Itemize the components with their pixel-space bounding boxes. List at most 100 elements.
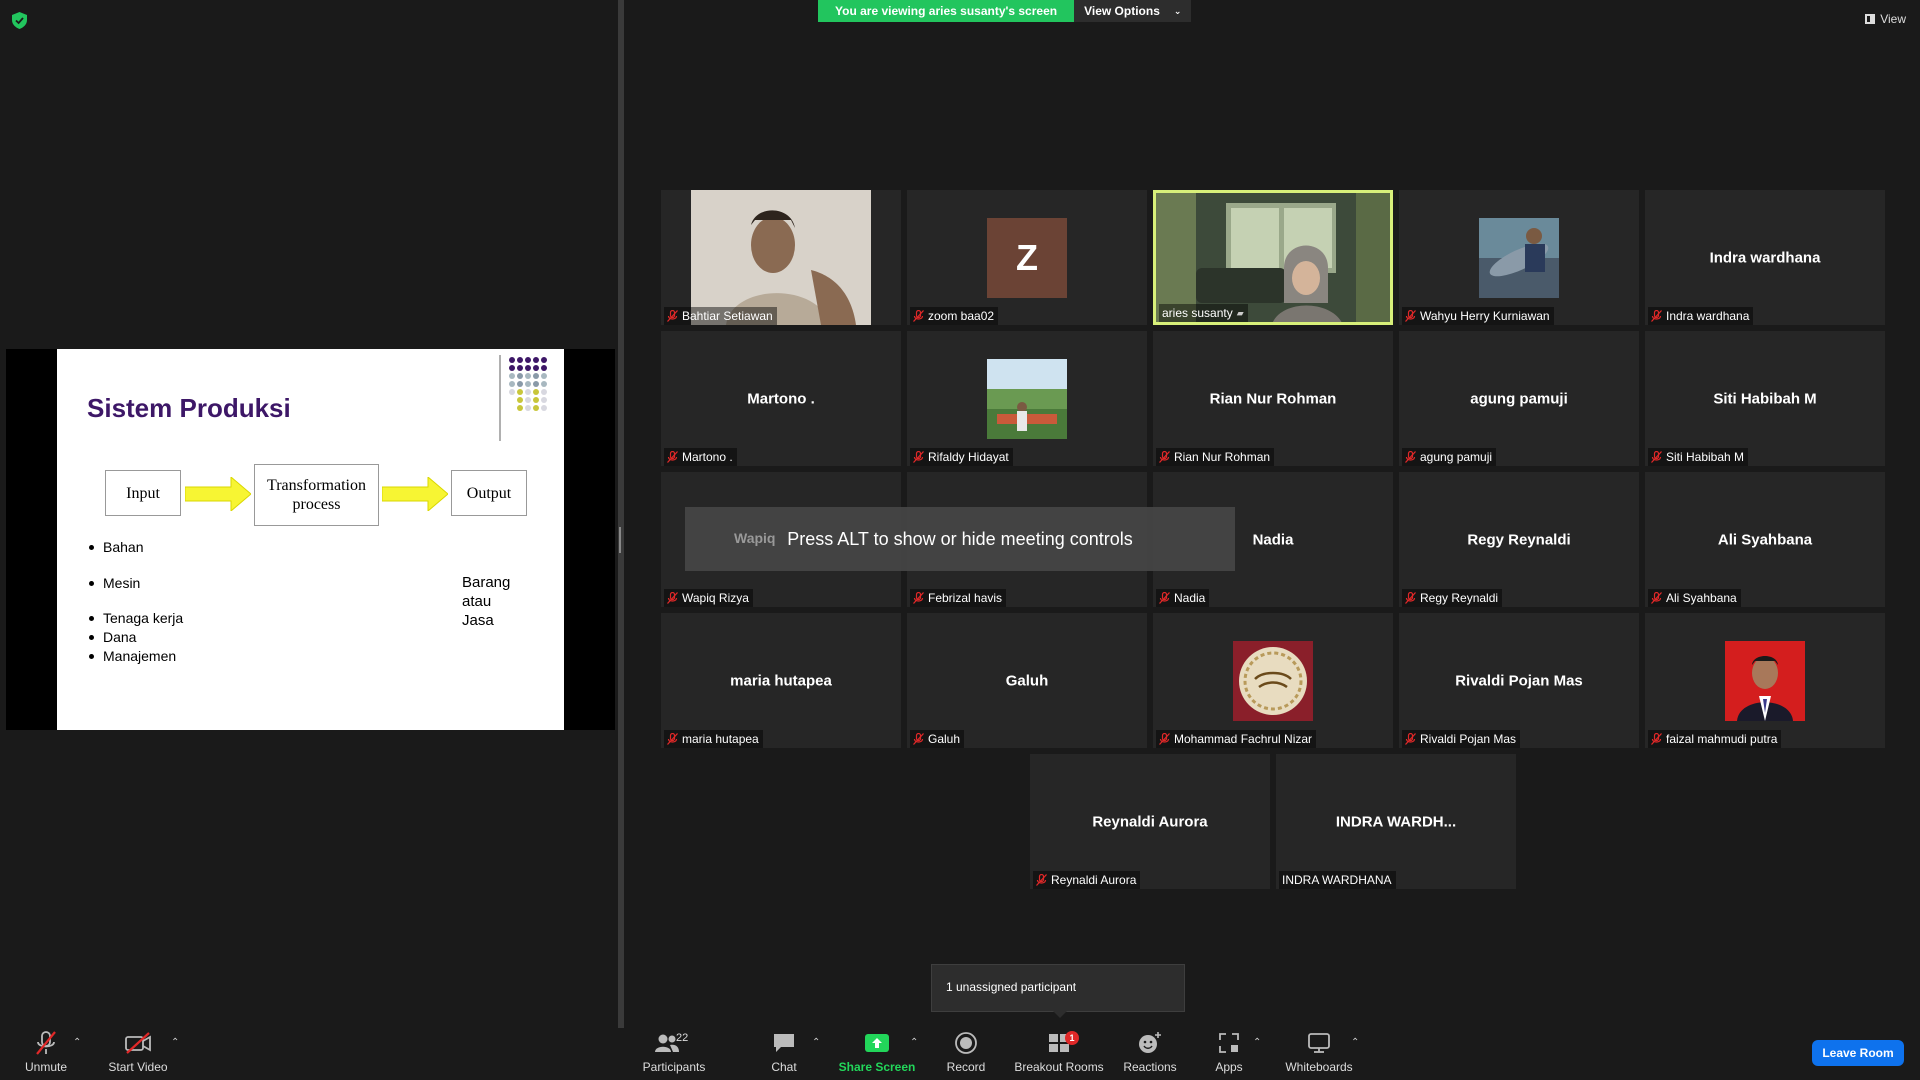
participant-tile[interactable]: Mohammad Fachrul Nizar — [1153, 613, 1393, 748]
leave-room-button[interactable]: Leave Room — [1812, 1040, 1904, 1066]
mic-muted-icon — [1036, 874, 1047, 886]
decorative-dot — [517, 373, 523, 379]
participants-count: 22 — [676, 1032, 689, 1044]
participant-name-label: Galuh — [910, 730, 965, 748]
decorative-dot — [541, 381, 547, 387]
whiteboard-icon — [1308, 1033, 1330, 1053]
mic-muted-icon — [1651, 451, 1662, 463]
participant-tile[interactable]: Rian Nur Rohman Rian Nur Rohman — [1153, 331, 1393, 466]
participant-tile[interactable]: Indra wardhana Indra wardhana — [1645, 190, 1885, 325]
participant-name-label: faizal mahmudi putra — [1648, 730, 1782, 748]
view-label: View — [1880, 12, 1906, 26]
alt-hint-overlay: Wapiq Press ALT to show or hide meeting … — [685, 507, 1235, 571]
participant-avatar-photo — [987, 358, 1067, 439]
participant-tile[interactable]: Reynaldi Aurora Reynaldi Aurora — [1030, 754, 1270, 889]
reactions-button[interactable]: Reactions — [1123, 1028, 1177, 1080]
viewing-screen-label: You are viewing aries susanty's screen — [818, 0, 1075, 22]
participant-display-name: Rivaldi Pojan Mas — [1455, 672, 1583, 689]
apps-options-caret-icon[interactable]: ⌃ — [1253, 1037, 1261, 1048]
view-button[interactable]: View — [1865, 12, 1906, 26]
participants-button[interactable]: 22 Participants — [640, 1028, 708, 1080]
participant-tile[interactable]: agung pamuji agung pamuji — [1399, 331, 1639, 466]
audio-options-caret-icon[interactable]: ⌃ — [73, 1037, 81, 1048]
participant-tile[interactable]: Galuh Galuh — [907, 613, 1147, 748]
unassigned-participant-tooltip[interactable]: 1 unassigned participant — [931, 964, 1185, 1012]
breakout-notification-badge: 1 — [1065, 1031, 1079, 1045]
output-box-label: Output — [466, 484, 512, 502]
participant-tile[interactable]: Regy Reynaldi Regy Reynaldi — [1399, 472, 1639, 607]
participant-name-label: Siti Habibah M — [1648, 448, 1749, 466]
whiteboards-label: Whiteboards — [1285, 1060, 1353, 1074]
output-box: Output — [451, 470, 527, 516]
list-item: Tenaga kerja — [88, 610, 184, 626]
participant-display-name: Ali Syahbana — [1717, 531, 1813, 548]
viewing-banner: You are viewing aries susanty's screen V… — [818, 0, 1192, 22]
decorative-dot — [525, 389, 531, 395]
slide-title: Sistem Produksi — [87, 393, 291, 423]
reactions-icon — [1139, 1032, 1161, 1053]
process-box-line2: process — [292, 496, 341, 513]
shared-screen: Sistem Produksi Input Transformation pro… — [6, 349, 615, 730]
participant-avatar-photo — [1725, 640, 1805, 721]
participant-tile[interactable]: maria hutapea maria hutapea — [661, 613, 901, 748]
microphone-muted-icon — [36, 1031, 56, 1055]
participant-name-label: aries susanty ▰ — [1159, 304, 1248, 322]
participant-tile[interactable]: Rivaldi Pojan Mas Rivaldi Pojan Mas — [1399, 613, 1639, 748]
list-item: Dana — [88, 629, 137, 645]
participant-tile[interactable]: INDRA WARDH... INDRA WARDHANA — [1276, 754, 1516, 889]
chat-options-caret-icon[interactable]: ⌃ — [812, 1037, 820, 1048]
participant-tile[interactable]: Martono . Martono . — [661, 331, 901, 466]
mic-muted-icon — [1159, 733, 1170, 745]
reactions-label: Reactions — [1123, 1060, 1177, 1074]
mic-muted-icon — [1405, 592, 1416, 604]
record-button[interactable]: Record — [944, 1028, 988, 1080]
participant-name-label: Indra wardhana — [1648, 307, 1754, 325]
participant-tile[interactable]: Siti Habibah M Siti Habibah M — [1645, 331, 1885, 466]
panel-splitter[interactable] — [618, 0, 624, 1028]
participant-tile[interactable]: Zzoom baa02 — [907, 190, 1147, 325]
mic-muted-icon — [913, 451, 924, 463]
participant-name: Rian Nur Rohman — [1174, 450, 1271, 464]
share-screen-icon — [865, 1034, 889, 1052]
participant-tile[interactable]: aries susanty ▰ — [1153, 190, 1393, 325]
participant-tile[interactable]: Bahtiar Setiawan — [661, 190, 901, 325]
start-video-button[interactable]: Start Video — [104, 1028, 172, 1080]
decorative-dot — [517, 389, 523, 395]
signal-icon: ▰ — [1236, 308, 1244, 318]
participant-tile[interactable]: Rifaldy Hidayat — [907, 331, 1147, 466]
whiteboards-button[interactable]: Whiteboards — [1284, 1028, 1354, 1080]
participant-display-name: agung pamuji — [1470, 390, 1568, 407]
view-options-button[interactable]: View Options ⌄ — [1074, 0, 1192, 22]
apps-label: Apps — [1215, 1060, 1243, 1074]
whiteboard-options-caret-icon[interactable]: ⌃ — [1351, 1037, 1359, 1048]
participant-tile[interactable]: Wahyu Herry Kurniawan — [1399, 190, 1639, 325]
mic-muted-icon — [913, 733, 924, 745]
participant-name: aries susanty — [1162, 306, 1233, 320]
participant-tile[interactable]: faizal mahmudi putra — [1645, 613, 1885, 748]
participant-avatar-initial: Z — [987, 217, 1067, 298]
mic-muted-icon — [1651, 733, 1662, 745]
chat-button[interactable]: Chat — [766, 1028, 802, 1080]
apps-button[interactable]: Apps — [1213, 1028, 1245, 1080]
unmute-button[interactable]: Unmute — [18, 1028, 74, 1080]
participant-name-label: Febrizal havis — [910, 589, 1007, 607]
participant-name: zoom baa02 — [928, 309, 995, 323]
share-options-caret-icon[interactable]: ⌃ — [910, 1037, 918, 1048]
slide-divider — [499, 355, 501, 441]
video-options-caret-icon[interactable]: ⌃ — [171, 1037, 179, 1048]
participant-avatar-photo — [1479, 217, 1559, 298]
splitter-handle[interactable] — [619, 527, 621, 553]
share-screen-button[interactable]: Share Screen — [839, 1028, 915, 1080]
decorative-dot — [517, 397, 523, 403]
breakout-rooms-button[interactable]: 1 Breakout Rooms — [1014, 1028, 1104, 1080]
decorative-dot — [533, 365, 539, 371]
overlay-ghost-name: Wapiq — [734, 530, 776, 546]
decorative-dot — [541, 405, 547, 411]
mic-muted-icon — [1405, 733, 1416, 745]
participant-display-name: Siti Habibah M — [1713, 390, 1817, 407]
participant-tile[interactable]: Ali Syahbana Ali Syahbana — [1645, 472, 1885, 607]
result-line: atau — [462, 593, 492, 610]
unassigned-text: 1 unassigned participant — [946, 980, 1077, 994]
security-shield-icon[interactable] — [12, 12, 27, 29]
decorative-dot — [525, 397, 531, 403]
